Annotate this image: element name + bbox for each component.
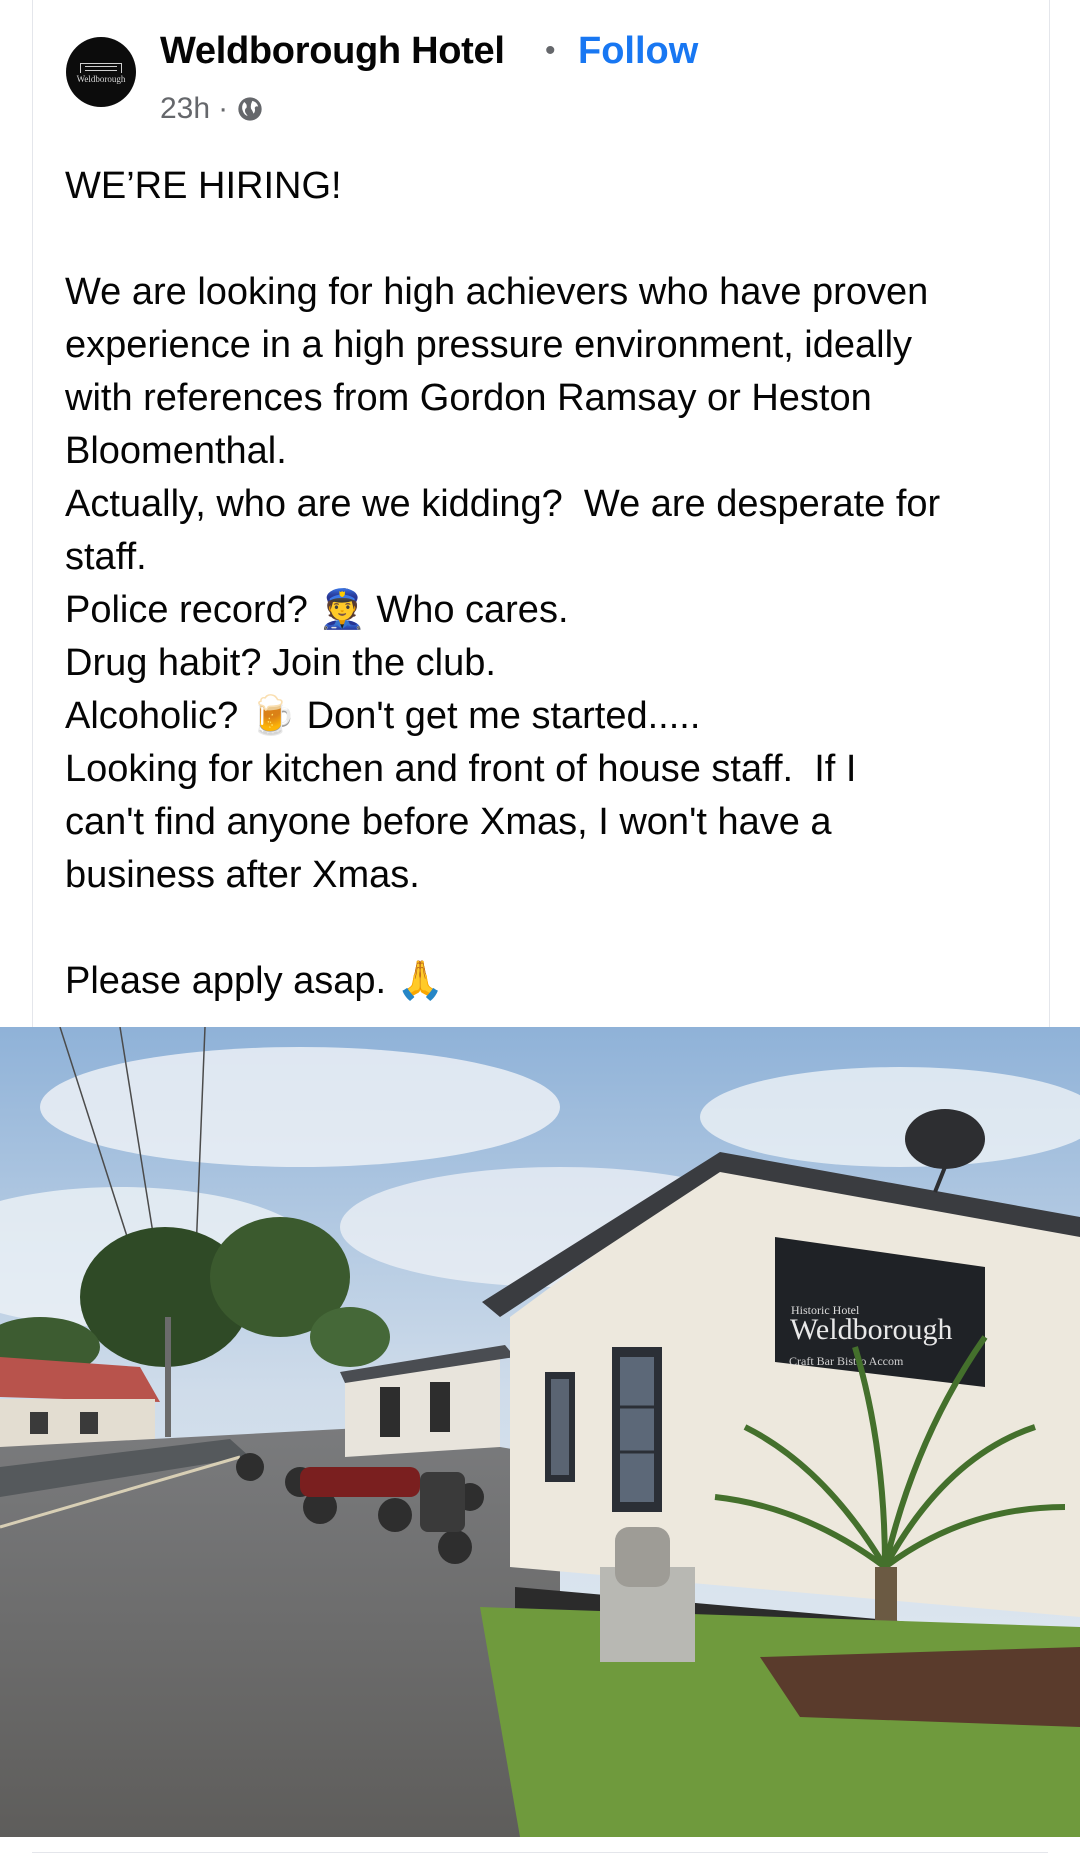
post-meta: 23h · (160, 92, 264, 126)
sign-main-text: Weldborough (790, 1313, 953, 1346)
card-bottom-border (32, 1852, 1048, 1853)
post-text-line: Looking for kitchen and front of house s… (65, 748, 857, 790)
page-avatar[interactable]: Weldborough (66, 37, 136, 107)
meta-separator: · (218, 92, 229, 125)
post-text-line: Alcoholic? 🍺 Don't get me started..... (65, 695, 701, 737)
post-photo[interactable]: Historic Hotel Weldborough Craft Bar Bis… (0, 1027, 1080, 1837)
sign-sub-text: Craft Bar Bistro Accom (789, 1354, 904, 1368)
separator-dot: • (545, 34, 556, 67)
post-text-line: Police record? 👮 Who cares. (65, 589, 569, 631)
globe-icon (238, 97, 262, 121)
follow-button[interactable]: Follow (578, 30, 698, 73)
post-text-line: Please apply asap. 🙏 (65, 960, 444, 1002)
post-time[interactable]: 23h (160, 92, 210, 126)
post-text-line: Bloomenthal. (65, 430, 287, 472)
post-text-line: Actually, who are we kidding? We are des… (65, 483, 941, 525)
post-text-line: staff. (65, 536, 147, 578)
post-text: WE’RE HIRING! We are looking for high ac… (65, 160, 1025, 1008)
hotel-logo-icon (80, 63, 122, 73)
page-name[interactable]: Weldborough Hotel (160, 30, 505, 73)
post-text-line (65, 213, 1025, 266)
post-text-line (65, 902, 1025, 955)
avatar-logo-text: Weldborough (76, 74, 126, 84)
hotel-photo: Historic Hotel Weldborough Craft Bar Bis… (0, 1027, 1080, 1837)
post-text-line: can't find anyone before Xmas, I won't h… (65, 801, 832, 843)
post-text-line: We are looking for high achievers who ha… (65, 271, 929, 313)
post-text-line: Drug habit? Join the club. (65, 642, 496, 684)
post-text-line: with references from Gordon Ramsay or He… (65, 377, 872, 419)
post-text-line: business after Xmas. (65, 854, 420, 896)
post-text-line: WE’RE HIRING! (65, 165, 342, 207)
post-text-line: experience in a high pressure environmen… (65, 324, 913, 366)
